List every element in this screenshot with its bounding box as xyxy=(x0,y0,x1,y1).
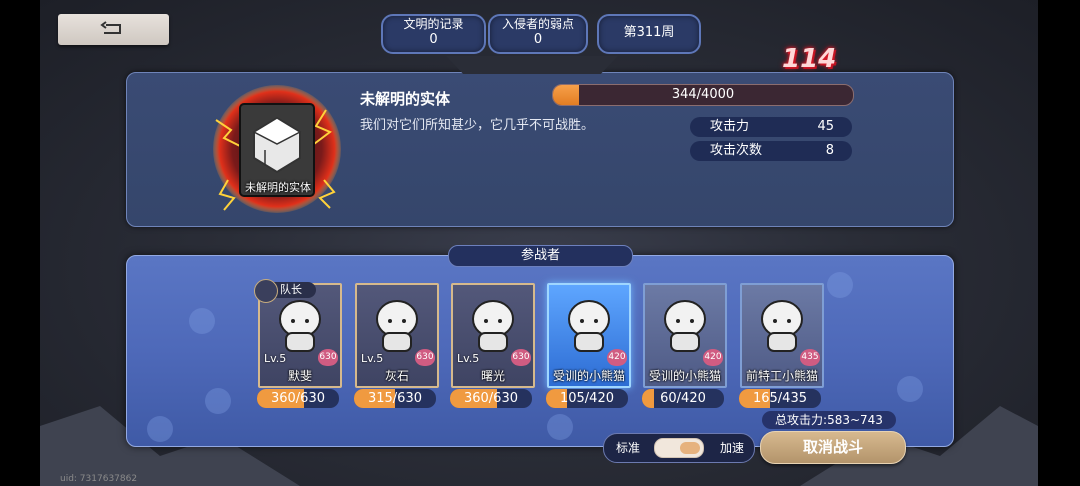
speed-toggle-group: 标准 加速 xyxy=(603,433,755,463)
character-portrait xyxy=(279,300,321,352)
character-level: Lv.5 xyxy=(264,352,287,365)
participant-hp-text: 165/435 xyxy=(752,391,807,406)
paw-print-icon xyxy=(189,308,215,334)
boss-hp-bar: 344/4000 xyxy=(552,84,854,106)
character-portrait xyxy=(472,300,514,352)
character-name: 前特工小熊猫 xyxy=(745,369,818,383)
civilization-records-value: 0 xyxy=(429,32,438,47)
speed-fast-label: 加速 xyxy=(719,441,744,455)
participant-hp-text: 360/630 xyxy=(463,391,518,406)
return-arrow-icon xyxy=(100,21,121,34)
stat-attack-power: 攻击力 45 xyxy=(690,117,852,137)
participant-card[interactable]: Lv.5 630 曙光 xyxy=(451,283,535,388)
participant-hp-bar: 60/420 xyxy=(642,389,724,408)
total-attack: 总攻击力:583~743 xyxy=(762,411,896,429)
stat-label: 攻击次数 xyxy=(710,143,763,158)
character-level: Lv.5 xyxy=(361,352,384,365)
character-portrait xyxy=(568,300,610,352)
character-portrait xyxy=(376,300,418,352)
speed-toggle[interactable] xyxy=(654,438,704,458)
character-portrait xyxy=(761,300,803,352)
paw-print-icon xyxy=(205,388,231,414)
heart-power-badge: 435 xyxy=(800,349,820,366)
boss-hp-text: 344/4000 xyxy=(671,87,735,102)
paw-print-icon xyxy=(827,272,853,298)
character-name: 受训的小熊猫 xyxy=(552,369,625,383)
participant-hp-bar: 360/630 xyxy=(450,389,532,408)
character-name: 曙光 xyxy=(480,369,505,383)
stat-value: 8 xyxy=(825,143,834,158)
participant-hp-text: 315/630 xyxy=(367,391,422,406)
panel-notch xyxy=(446,56,618,74)
participant-hp-bar: 105/420 xyxy=(546,389,628,408)
civilization-records-counter[interactable]: 文明的记录 0 xyxy=(381,14,486,54)
heart-power-badge: 630 xyxy=(415,349,435,366)
invader-weakness-counter[interactable]: 入侵者的弱点 0 xyxy=(488,14,588,54)
invader-weakness-value: 0 xyxy=(533,32,543,47)
participant-hp-text: 105/420 xyxy=(559,391,614,406)
stat-attack-count: 攻击次数 8 xyxy=(690,141,852,161)
paw-print-icon xyxy=(897,376,923,402)
heart-power-badge: 630 xyxy=(511,349,531,366)
character-name: 默斐 xyxy=(287,369,312,383)
boss-description: 我们对它们所知甚少，它几乎不可战胜。 xyxy=(360,118,595,133)
participant-hp-fill xyxy=(642,389,654,408)
participant-card[interactable]: Lv.5 630 灰石 xyxy=(355,283,439,388)
cancel-battle-button[interactable]: 取消战斗 xyxy=(760,431,906,464)
boss-name: 未解明的实体 xyxy=(360,90,451,108)
speed-normal-label: 标准 xyxy=(616,441,641,455)
invader-weakness-label: 入侵者的弱点 xyxy=(501,17,574,31)
stat-label: 攻击力 xyxy=(710,119,750,134)
civilization-records-label: 文明的记录 xyxy=(403,17,464,31)
participant-card[interactable]: 420 受训的小熊猫 xyxy=(643,283,727,388)
paw-print-icon xyxy=(147,416,173,442)
heart-power-badge: 420 xyxy=(703,349,723,366)
heart-power-badge: 630 xyxy=(318,349,338,366)
participant-card[interactable]: 420 受训的小熊猫 xyxy=(547,283,631,388)
participant-hp-bar: 165/435 xyxy=(739,389,821,408)
participant-hp-text: 60/420 xyxy=(660,391,706,406)
boss-emblem-label: 未解明的实体 xyxy=(245,181,311,194)
boss-emblem[interactable] xyxy=(206,80,348,218)
heart-power-badge: 420 xyxy=(607,349,627,366)
week-label: 第311周 xyxy=(623,25,675,40)
uid-label: uid: 7317637862 xyxy=(60,474,138,484)
participant-card[interactable]: 435 前特工小熊猫 xyxy=(740,283,824,388)
character-portrait xyxy=(664,300,706,352)
participant-hp-bar: 360/630 xyxy=(257,389,339,408)
week-indicator: 第311周 xyxy=(597,14,701,54)
paw-print-icon xyxy=(547,414,573,440)
toggle-knob xyxy=(680,442,700,454)
stat-value: 45 xyxy=(817,119,834,134)
back-button[interactable] xyxy=(58,14,169,45)
crown-icon xyxy=(254,279,278,303)
participants-title: 参战者 xyxy=(448,245,633,267)
character-name: 受训的小熊猫 xyxy=(648,369,721,383)
participant-hp-bar: 315/630 xyxy=(354,389,436,408)
character-level: Lv.5 xyxy=(457,352,480,365)
participant-hp-text: 360/630 xyxy=(270,391,325,406)
character-name: 灰石 xyxy=(384,369,409,383)
damage-popup: 114 xyxy=(782,44,837,74)
